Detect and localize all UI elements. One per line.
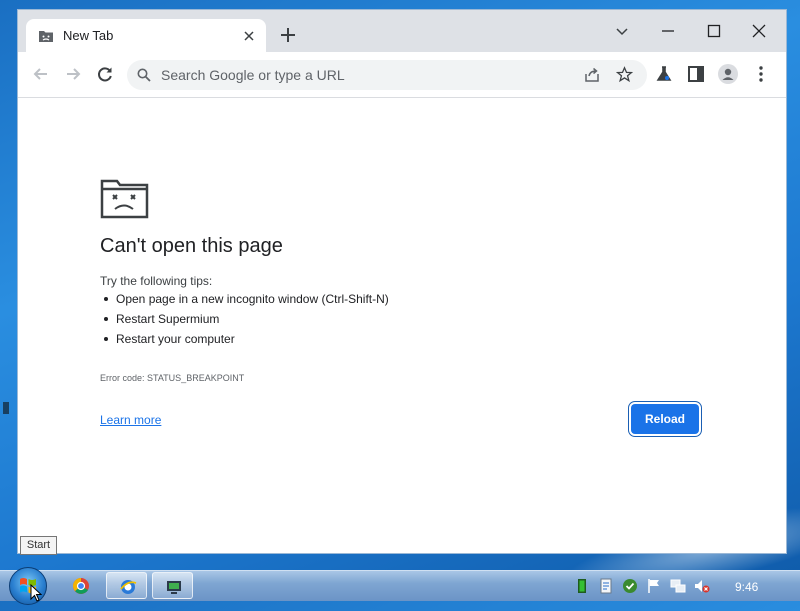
bookmark-star-icon[interactable] <box>615 66 634 88</box>
taskbar-remote-desktop-button[interactable] <box>152 572 193 599</box>
ie-icon <box>120 580 137 594</box>
omnibox-placeholder: Search Google or type a URL <box>161 67 345 83</box>
network-icon[interactable] <box>670 578 686 594</box>
tip-text: Restart your computer <box>116 332 235 346</box>
close-window-button[interactable] <box>739 16 779 46</box>
search-icon <box>137 68 151 87</box>
minimize-button[interactable] <box>648 16 688 46</box>
close-tab-icon[interactable] <box>242 29 256 43</box>
error-code: Error code: STATUS_BREAKPOINT <box>100 373 245 383</box>
new-tab-button[interactable] <box>279 26 297 44</box>
tips-list: Open page in a new incognito window (Ctr… <box>100 289 389 349</box>
chrome-icon <box>73 578 89 594</box>
document-icon[interactable] <box>598 578 614 594</box>
mouse-cursor-icon <box>30 583 43 607</box>
list-item: Restart your computer <box>100 329 389 349</box>
maximize-button[interactable] <box>694 16 734 46</box>
flag-icon[interactable] <box>646 578 662 594</box>
bullet <box>104 317 108 321</box>
list-item: Open page in a new incognito window (Ctr… <box>100 289 389 309</box>
side-panel-icon[interactable] <box>686 64 706 84</box>
back-button[interactable] <box>31 64 51 84</box>
omnibox[interactable]: Search Google or type a URL <box>127 60 647 90</box>
sad-folder-icon <box>100 176 150 225</box>
learn-more-link[interactable]: Learn more <box>100 413 161 427</box>
tab-new-tab[interactable]: New Tab <box>26 19 266 52</box>
error-page: Can't open this page Try the following t… <box>18 98 786 553</box>
sad-folder-icon <box>38 28 54 44</box>
error-title: Can't open this page <box>100 235 283 257</box>
reload-button[interactable]: Reload <box>631 404 699 434</box>
taskbar: 9:46 <box>0 567 800 605</box>
taskbar-ie-button[interactable] <box>106 572 147 599</box>
tab-title: New Tab <box>63 28 114 43</box>
tab-strip: New Tab <box>18 10 786 52</box>
green-bar-icon[interactable] <box>574 578 590 594</box>
start-tooltip: Start <box>20 536 57 555</box>
tips-heading: Try the following tips: <box>100 274 213 288</box>
menu-dots-icon[interactable] <box>751 64 771 84</box>
remote-desktop-icon <box>167 581 181 594</box>
bullet <box>104 337 108 341</box>
desktop-icon-edge <box>3 402 9 414</box>
taskbar-clock[interactable]: 9:46 <box>735 580 758 594</box>
security-shield-icon[interactable] <box>622 578 638 594</box>
labs-flask-icon[interactable] <box>654 64 674 84</box>
tip-text: Restart Supermium <box>116 312 220 326</box>
share-icon[interactable] <box>584 67 600 88</box>
profile-avatar-icon[interactable] <box>718 64 738 84</box>
toolbar: Search Google or type a URL <box>18 52 786 98</box>
browser-window: New Tab Search Google or type a URL Can'… <box>17 9 787 554</box>
reload-icon[interactable] <box>95 64 115 84</box>
tab-search-button[interactable] <box>602 16 642 46</box>
forward-button[interactable] <box>63 64 83 84</box>
bullet <box>104 297 108 301</box>
tip-text: Open page in a new incognito window (Ctr… <box>116 292 389 306</box>
volume-muted-icon[interactable] <box>694 578 710 594</box>
list-item: Restart Supermium <box>100 309 389 329</box>
taskbar-chrome-button[interactable] <box>60 572 101 599</box>
